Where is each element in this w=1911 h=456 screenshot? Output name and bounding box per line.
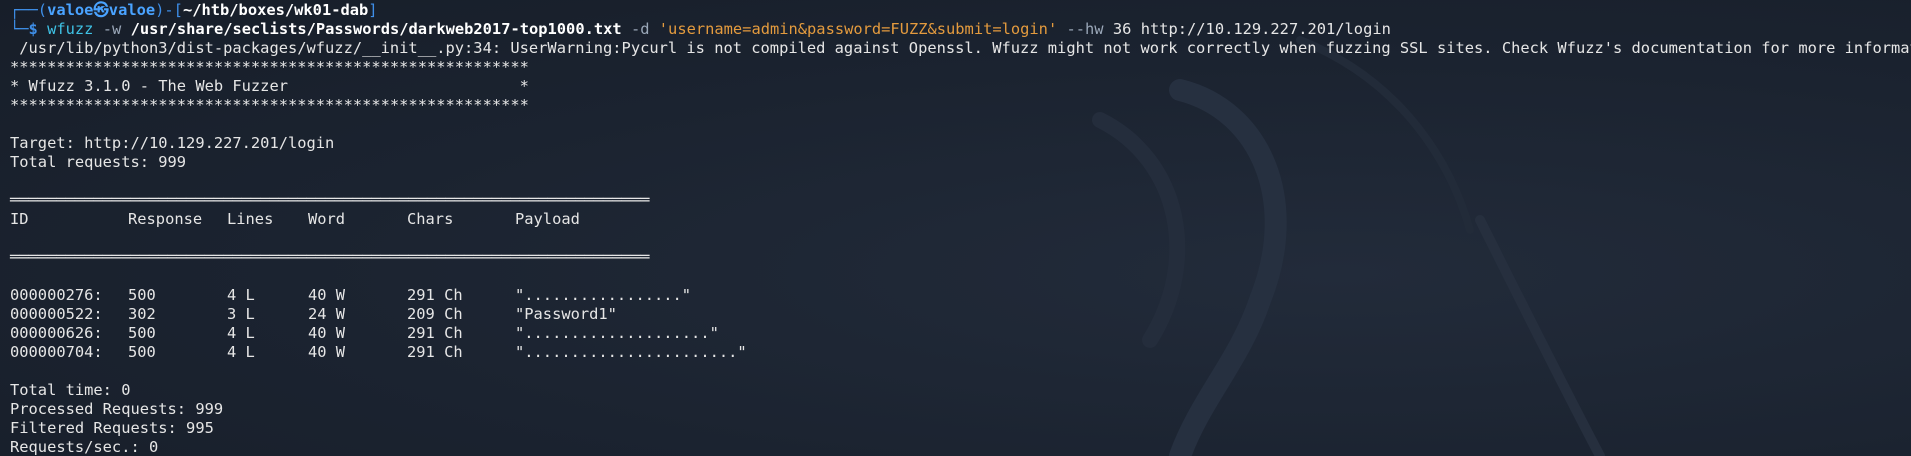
terminal-window[interactable]: ┌──(valoe㉿valoe)-[~/htb/boxes/wk01-dab] …	[0, 0, 1911, 456]
table-header: ID Response Lines Word Chars Payload	[10, 210, 1911, 229]
prompt-dollar: $	[28, 20, 38, 38]
row-payload: "...................."	[515, 324, 719, 342]
row-response: 500	[128, 343, 156, 361]
row-id: 000000704:	[10, 343, 103, 361]
command-hw-value: 36	[1112, 20, 1132, 38]
row-payload: "......................."	[515, 343, 747, 361]
header-chars: Chars	[407, 210, 454, 228]
prompt-box-bottom: └─	[10, 20, 29, 38]
row-payload: "Password1"	[515, 305, 617, 323]
row-response: 500	[128, 324, 156, 342]
row-payload: "................."	[515, 286, 692, 304]
command-line[interactable]: └─$ wfuzz -w /usr/share/seclists/Passwor…	[10, 20, 1911, 39]
row-lines: 4 L	[227, 286, 255, 304]
total-requests-line: Total requests: 999	[10, 153, 187, 171]
row-chars: 209 Ch	[407, 305, 463, 323]
row-word: 40 W	[308, 286, 346, 304]
table-row: 000000626: 500 4 L 40 W 291 Ch ".............…	[10, 324, 1911, 343]
command-flag-w: -w	[102, 20, 122, 38]
processed-requests: Processed Requests: 999	[10, 400, 224, 418]
header-word: Word	[308, 210, 346, 228]
warning-line: /usr/lib/python3/dist-packages/wfuzz/__i…	[10, 39, 1911, 57]
row-chars: 291 Ch	[407, 343, 463, 361]
row-response: 302	[128, 305, 156, 323]
command-data: 'username=admin&password=FUZZ&submit=log…	[658, 20, 1058, 38]
table-row: 000000522: 302 3 L 24 W 209 Ch "Password1"	[10, 305, 1911, 324]
prompt-close: ]	[368, 1, 378, 19]
prompt-line: ┌──(valoe㉿valoe)-[~/htb/boxes/wk01-dab]	[10, 1, 1911, 20]
prompt-box: ┌──(	[10, 1, 48, 19]
row-chars: 291 Ch	[407, 324, 463, 342]
prompt-sep: )-[	[155, 1, 183, 19]
terminal-output[interactable]: ┌──(valoe㉿valoe)-[~/htb/boxes/wk01-dab] …	[10, 1, 1911, 456]
table-rule-top: ════════════════════════════════════════…	[10, 191, 650, 209]
target-line: Target: http://10.129.227.201/login	[10, 134, 335, 152]
row-word: 40 W	[308, 343, 346, 361]
prompt-path: ~/htb/boxes/wk01-dab	[182, 1, 369, 19]
command-flag-hw: --hw	[1066, 20, 1104, 38]
header-id: ID	[10, 210, 29, 228]
row-word: 24 W	[308, 305, 346, 323]
command-url: http://10.129.227.201/login	[1140, 20, 1391, 38]
row-id: 000000522:	[10, 305, 103, 323]
table-row: 000000276: 500 4 L 40 W 291 Ch ".............…	[10, 286, 1911, 305]
row-lines: 3 L	[227, 305, 255, 323]
row-id: 000000626:	[10, 324, 103, 342]
row-lines: 4 L	[227, 324, 255, 342]
command-wordlist: /usr/share/seclists/Passwords/darkweb201…	[130, 20, 622, 38]
requests-per-sec: Requests/sec.: 0	[10, 438, 159, 456]
row-id: 000000276:	[10, 286, 103, 304]
row-chars: 291 Ch	[407, 286, 463, 304]
table-rule-bottom: ════════════════════════════════════════…	[10, 248, 650, 266]
row-response: 500	[128, 286, 156, 304]
header-lines: Lines	[227, 210, 274, 228]
header-payload: Payload	[515, 210, 580, 228]
row-word: 40 W	[308, 324, 346, 342]
prompt-user: valoe㉿valoe	[47, 1, 156, 19]
table-row: 000000704: 500 4 L 40 W 291 Ch ".............…	[10, 343, 1911, 362]
filtered-requests: Filtered Requests: 995	[10, 419, 214, 437]
row-lines: 4 L	[227, 343, 255, 361]
total-time: Total time: 0	[10, 381, 131, 399]
command-program: wfuzz	[47, 20, 94, 38]
banner-title: * Wfuzz 3.1.0 - The Web Fuzzer *	[10, 77, 529, 95]
banner-stars-bottom: ****************************************…	[10, 96, 529, 114]
header-response: Response	[128, 210, 203, 228]
command-flag-d: -d	[630, 20, 650, 38]
banner-stars-top: ****************************************…	[10, 58, 529, 76]
